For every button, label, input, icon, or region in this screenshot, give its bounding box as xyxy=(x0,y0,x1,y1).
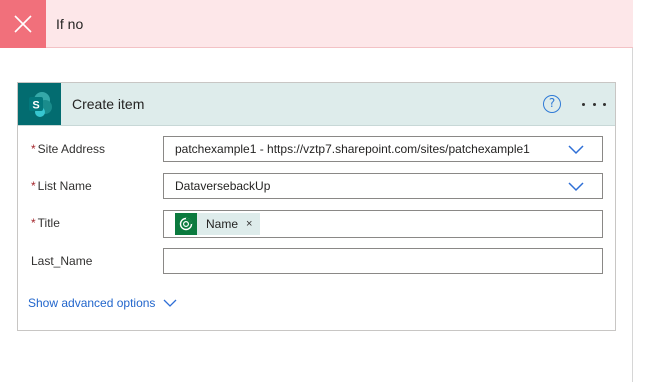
dot-icon xyxy=(603,102,606,106)
advanced-options-label: Show advanced options xyxy=(28,296,156,310)
list-name-value: DataversebackUp xyxy=(175,179,271,193)
dot-icon xyxy=(592,102,596,106)
create-item-card: S Create item ? * Site Address patchexamp… xyxy=(17,82,616,331)
site-address-value: patchexample1 - https://vztp7.sharepoint… xyxy=(175,142,530,156)
list-name-row: * List Name DataversebackUp xyxy=(18,173,615,203)
title-row: * Title Name × xyxy=(18,210,615,240)
show-advanced-options-link[interactable]: Show advanced options xyxy=(28,293,177,313)
site-address-row: * Site Address patchexample1 - https://vz… xyxy=(18,136,615,166)
condition-branch: If no S Create item ? * Site Address pat… xyxy=(0,0,633,382)
remove-token-icon[interactable]: × xyxy=(238,212,252,236)
site-address-dropdown[interactable]: patchexample1 - https://vztp7.sharepoint… xyxy=(163,136,603,162)
help-button[interactable]: ? xyxy=(543,95,561,113)
svg-text:S: S xyxy=(32,100,39,112)
dot-icon xyxy=(582,102,585,106)
token-label: Name xyxy=(206,217,239,231)
condition-title: If no xyxy=(56,16,84,32)
dynamic-content-token[interactable]: Name × xyxy=(175,212,261,236)
chevron-down-icon[interactable] xyxy=(568,180,584,192)
sharepoint-icon: S xyxy=(18,83,61,125)
chevron-down-icon[interactable] xyxy=(568,143,584,155)
title-input[interactable]: Name × xyxy=(163,210,603,238)
title-label: * Title xyxy=(31,216,60,230)
last-name-label: Last_Name xyxy=(31,254,93,268)
card-header[interactable]: S Create item ? xyxy=(18,83,615,126)
more-options-button[interactable] xyxy=(582,93,606,115)
close-icon xyxy=(0,0,46,48)
list-name-label: * List Name xyxy=(31,179,92,193)
dataverse-icon xyxy=(175,213,197,235)
chevron-down-icon xyxy=(163,299,177,307)
list-name-dropdown[interactable]: DataversebackUp xyxy=(163,173,603,199)
condition-header[interactable]: If no xyxy=(0,0,633,48)
card-title: Create item xyxy=(72,96,145,112)
last-name-input[interactable] xyxy=(163,248,603,274)
site-address-label: * Site Address xyxy=(31,142,106,156)
last-name-row: Last_Name xyxy=(18,248,615,278)
